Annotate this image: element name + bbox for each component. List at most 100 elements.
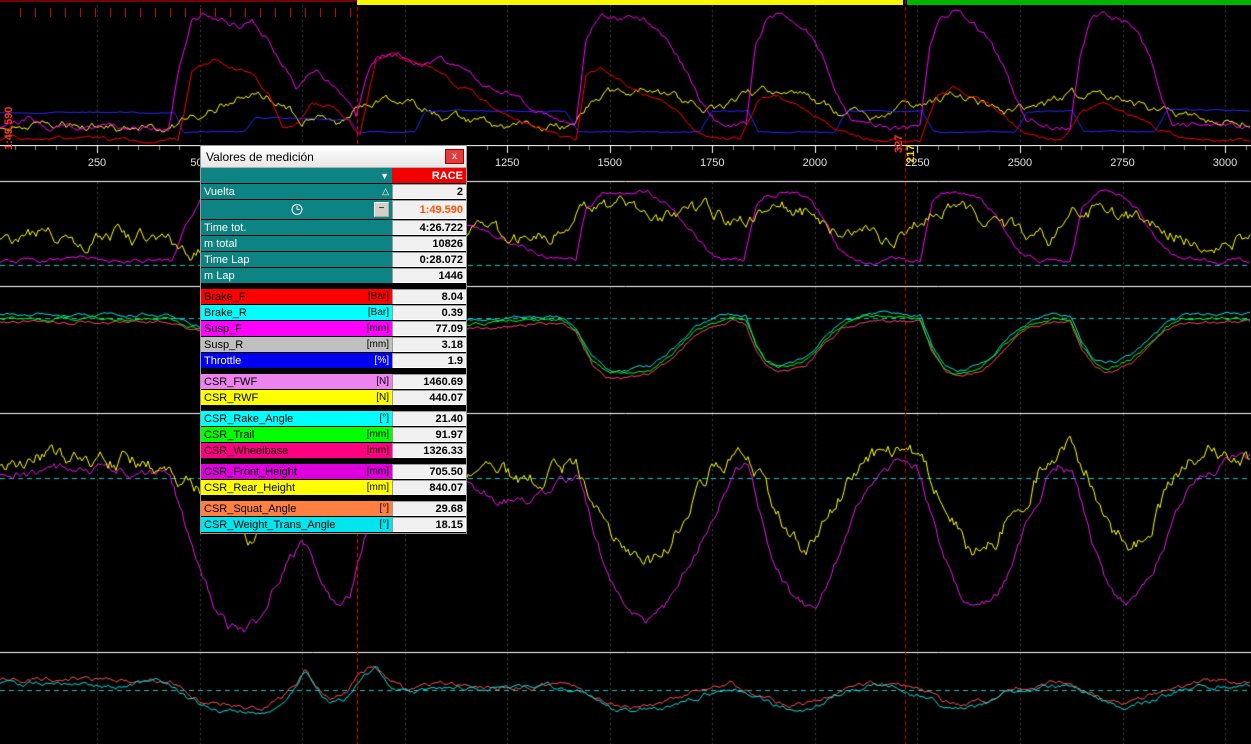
channel-label-cell: Susp_F [mm]	[201, 321, 392, 336]
collapse-button[interactable]: −	[374, 202, 389, 217]
axis-tick-label: 1750	[700, 157, 724, 169]
channel-row[interactable]: Brake_F[Bar]8.04	[201, 289, 466, 305]
channel-unit: [N]	[376, 392, 389, 403]
info-row[interactable]: Time Lap0:28.072	[201, 252, 466, 268]
channel-label-cell: CSR_Front_Height[mm]	[201, 464, 392, 479]
channel-row[interactable]: CSR_Wheelbase [mm]1326.33	[201, 443, 466, 459]
channel-row[interactable]: CSR_Rake_Angle[°]21.40	[201, 411, 466, 427]
race-column-header[interactable]: RACE	[392, 168, 466, 183]
channel-label: CSR_Weight_Trans_Angle	[204, 519, 335, 531]
channel-unit: [mm]	[367, 323, 389, 334]
info-value: 2	[392, 184, 466, 199]
channel-row[interactable]: Throttle [%]1.9	[201, 353, 466, 369]
info-row[interactable]: m total 10826	[201, 236, 466, 252]
channel-value: 29.68	[392, 501, 466, 516]
channel-row[interactable]: CSR_Front_Height[mm]705.50	[201, 464, 466, 480]
channel-unit: [%]	[375, 355, 389, 366]
channel-row[interactable]: CSR_RWF[N]440.07	[201, 390, 466, 406]
lap-marker-red-ticks	[20, 8, 352, 17]
window-close-button[interactable]: x	[445, 149, 464, 164]
channel-value: 1460.69	[392, 374, 466, 389]
channel-label-cell: CSR_Squat_Angle[°]	[201, 501, 392, 516]
channel-unit: [mm]	[367, 445, 389, 456]
channel-label-cell: Brake_F [Bar]	[201, 289, 392, 304]
channel-row[interactable]: CSR_Weight_Trans_Angle[°]18.15	[201, 517, 466, 533]
channel-label: Brake_R	[204, 307, 247, 319]
channel-label: CSR_Rake_Angle	[204, 413, 293, 425]
channel-label-cell: CSR_RWF[N]	[201, 390, 392, 405]
telemetry-chart-canvas[interactable]	[0, 0, 1251, 744]
channel-label: CSR_Wheelbase	[204, 445, 288, 457]
channel-row[interactable]: CSR_Squat_Angle[°]29.68	[201, 501, 466, 517]
channel-label-cell: CSR_FWF[N]	[201, 374, 392, 389]
info-label: m Lap	[204, 270, 235, 282]
lap-marker-green	[907, 0, 1251, 5]
channel-unit: [mm]	[367, 482, 389, 493]
channel-label: Susp_R	[204, 339, 243, 351]
info-row[interactable]: −1:49.590	[201, 200, 466, 220]
channel-row[interactable]: Brake_R[Bar]0.39	[201, 305, 466, 321]
channel-group: CSR_FWF[N]1460.69CSR_RWF[N]440.07	[201, 374, 466, 406]
channel-unit: [mm]	[367, 339, 389, 350]
window-titlebar[interactable]: Valores de medición x	[201, 146, 466, 168]
info-value: 10826	[392, 236, 466, 251]
channel-group: CSR_Front_Height[mm]705.50CSR_Rear_Heigh…	[201, 464, 466, 496]
channel-label-cell: CSR_Rear_Height[mm]	[201, 480, 392, 495]
channel-unit: [Bar]	[368, 291, 389, 302]
info-row[interactable]: Time tot.4:26.722	[201, 220, 466, 236]
info-label-cell: Time tot.	[201, 220, 392, 235]
channel-row[interactable]: Susp_R [mm]3.18	[201, 337, 466, 353]
channel-label-cell: CSR_Trail [mm]	[201, 427, 392, 442]
measurement-window[interactable]: Valores de medición x ▼ RACE Vuelta△2−1:…	[200, 145, 467, 534]
filter-icon[interactable]: ▼	[380, 171, 389, 181]
axis-tick-label: 250	[88, 157, 106, 169]
table-header-row[interactable]: ▼ RACE	[201, 168, 466, 184]
channel-label: CSR_Squat_Angle	[204, 503, 296, 515]
cursor-time-label: 217	[905, 145, 917, 163]
info-label: Time tot.	[204, 222, 246, 234]
channel-value: 1.9	[392, 353, 466, 368]
channel-group: CSR_Rake_Angle[°]21.40 CSR_Trail [mm]91.97…	[201, 411, 466, 459]
channel-row[interactable]: CSR_Rear_Height[mm]840.07	[201, 480, 466, 496]
axis-tick-label: 1250	[495, 157, 519, 169]
info-label-cell: Vuelta△	[201, 184, 392, 199]
cursor-time-label: 1:49.590	[3, 107, 15, 150]
channel-value: 21.40	[392, 411, 466, 426]
channel-label-cell: Brake_R[Bar]	[201, 305, 392, 320]
axis-tick-label: 2750	[1110, 157, 1134, 169]
channel-label: Susp_F	[204, 323, 242, 335]
channel-value: 77.09	[392, 321, 466, 336]
channel-value: 0.39	[392, 305, 466, 320]
channel-label: Brake_F	[204, 291, 246, 303]
lap-triangle-icon: △	[382, 186, 389, 197]
info-row[interactable]: m Lap 1446	[201, 268, 466, 284]
channel-value: 705.50	[392, 464, 466, 479]
channel-value: 18.15	[392, 517, 466, 532]
channel-unit: [mm]	[367, 466, 389, 477]
channel-label-cell: CSR_Weight_Trans_Angle[°]	[201, 517, 392, 532]
info-label: m total	[204, 238, 237, 250]
channel-label-cell: CSR_Rake_Angle[°]	[201, 411, 392, 426]
channel-value: 3.18	[392, 337, 466, 352]
info-value: 0:28.072	[392, 252, 466, 267]
info-value: 1446	[392, 268, 466, 283]
channel-row[interactable]: CSR_FWF[N]1460.69	[201, 374, 466, 390]
axis-tick-label: 3000	[1213, 157, 1237, 169]
channel-group: CSR_Squat_Angle[°]29.68CSR_Weight_Trans_…	[201, 501, 466, 533]
info-label-cell: −	[201, 200, 392, 219]
channel-unit: [mm]	[367, 429, 389, 440]
channel-group: Brake_F[Bar]8.04Brake_R[Bar]0.39Susp_F[m…	[201, 289, 466, 369]
channel-row[interactable]: CSR_Trail [mm]91.97	[201, 427, 466, 443]
channel-label: CSR_Trail	[204, 429, 254, 441]
info-value: 1:49.590	[392, 200, 466, 219]
channel-value: 1326.33	[392, 443, 466, 458]
info-label-cell: m total	[201, 236, 392, 251]
axis-tick-label: 2500	[1008, 157, 1032, 169]
channel-label: Throttle	[204, 355, 241, 367]
channel-row[interactable]: Susp_F [mm]77.09	[201, 321, 466, 337]
info-label-cell: m Lap	[201, 268, 392, 283]
channel-unit: [N]	[376, 376, 389, 387]
channel-label-cell: Susp_R [mm]	[201, 337, 392, 352]
channel-value: 91.97	[392, 427, 466, 442]
info-row[interactable]: Vuelta△2	[201, 184, 466, 200]
